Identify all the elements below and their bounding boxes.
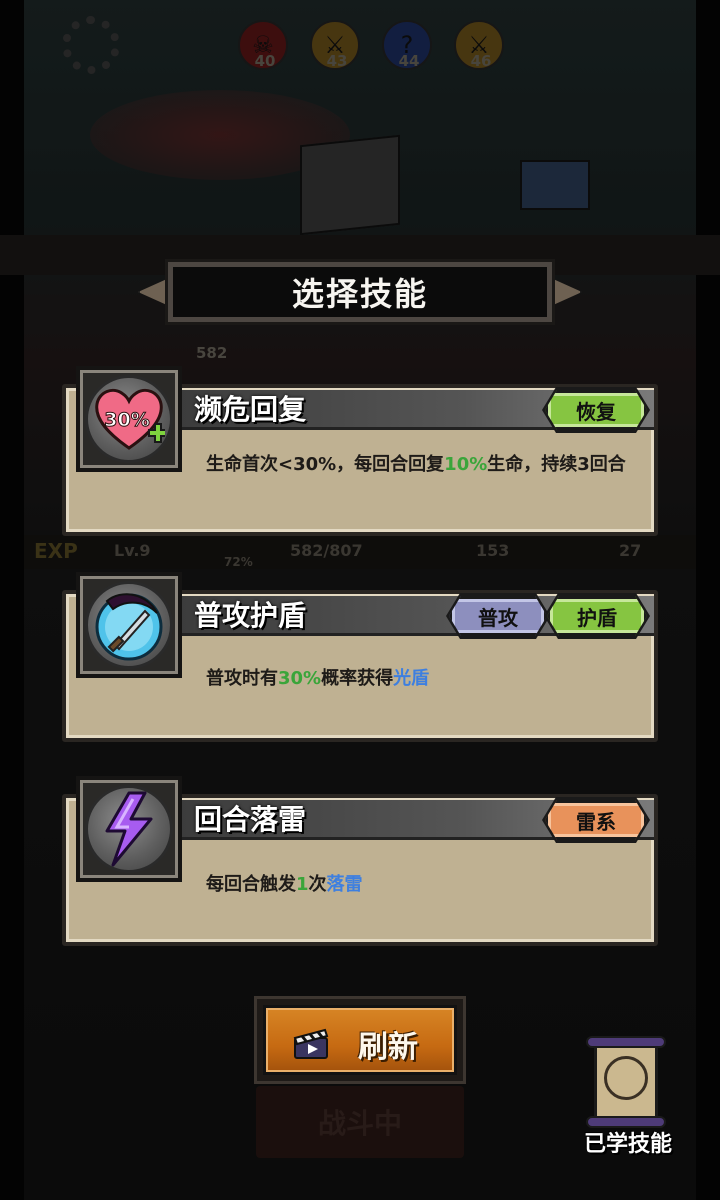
refresh-button[interactable]: 刷新 bbox=[254, 996, 466, 1084]
page-title: 选择技能 bbox=[291, 275, 428, 313]
skill-name: 回合落雷 bbox=[194, 803, 307, 836]
shield-sword-icon bbox=[85, 581, 173, 669]
skill-tag-shield: 护盾 bbox=[547, 596, 647, 636]
skill-description: 每回合触发1次落雷 bbox=[206, 874, 363, 895]
refresh-label: 刷新 bbox=[358, 1030, 418, 1065]
learned-skills-button[interactable]: 已学技能 bbox=[570, 1036, 686, 1166]
heart-30-icon: 30% bbox=[85, 375, 173, 463]
title-box: 选择技能 bbox=[165, 259, 555, 325]
skill-description: 生命首次<30%，每回合回复10%生命，持续3回合 bbox=[206, 454, 626, 475]
skill-name: 普攻护盾 bbox=[194, 599, 307, 632]
skill-select-title-banner: 选择技能 bbox=[138, 256, 582, 328]
svg-text:30%: 30% bbox=[104, 409, 149, 431]
skill-description: 普攻时有30%概率获得光盾 bbox=[206, 668, 430, 689]
skill-name: 濒危回复 bbox=[194, 393, 307, 426]
skill-icon-frame bbox=[76, 572, 182, 678]
skill-card-2[interactable]: 普攻护盾 普攻 护盾 普攻时有30%概率获得光盾 bbox=[58, 572, 662, 742]
skill-tag-recovery: 恢复 bbox=[545, 390, 647, 430]
skill-icon-frame: 30% bbox=[76, 366, 182, 472]
clapperboard-icon bbox=[293, 1028, 329, 1059]
scroll-icon bbox=[586, 1036, 666, 1128]
skill-card-3[interactable]: 回合落雷 雷系 每回合触发1次落雷 bbox=[58, 776, 662, 946]
refresh-button-face[interactable]: 刷新 bbox=[263, 1005, 457, 1075]
learned-skills-label: 已学技能 bbox=[583, 1132, 672, 1157]
skill-icon-frame bbox=[76, 776, 182, 882]
skill-card-1[interactable]: 濒危回复 恢复 30% 生命首次<30%，每回合回复10%生命，持续3回合 bbox=[58, 366, 662, 536]
lightning-icon bbox=[85, 785, 173, 873]
skill-tag-normal-attack: 普攻 bbox=[449, 596, 547, 636]
skill-tag-lightning: 雷系 bbox=[545, 800, 647, 840]
